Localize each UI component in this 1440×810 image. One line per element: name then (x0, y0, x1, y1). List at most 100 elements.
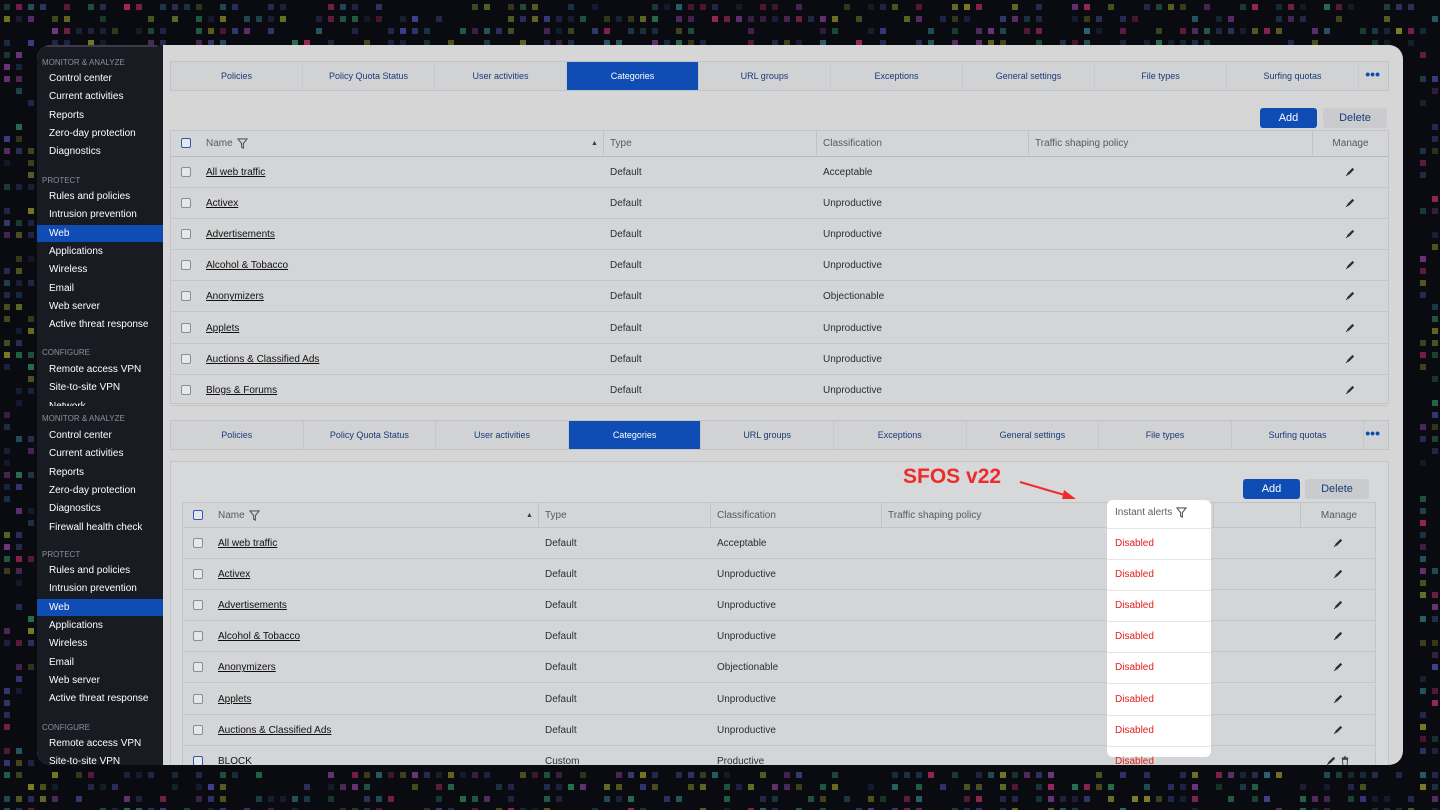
add-button-top[interactable]: Add (1260, 108, 1317, 128)
category-name-link[interactable]: Applets (206, 313, 239, 344)
row-checkbox[interactable] (193, 538, 203, 548)
ellipsis-icon[interactable]: ••• (1364, 421, 1388, 449)
tab-bottom-policies[interactable]: Policies (171, 421, 304, 449)
column-header-type[interactable]: Type (539, 503, 711, 529)
table-row[interactable]: Applets Default Unproductive (171, 313, 1388, 344)
column-header-type[interactable]: Type (604, 131, 817, 157)
sidebar-item-email[interactable]: Email (37, 280, 163, 297)
sidebar-item-remote-access-vpn[interactable]: Remote access VPN (37, 735, 163, 752)
tab-top-exceptions[interactable]: Exceptions (831, 62, 963, 90)
table-row[interactable]: Alcohol & Tobacco Default Unproductive (171, 250, 1388, 282)
tab-bottom-url-groups[interactable]: URL groups (701, 421, 834, 449)
table-row[interactable]: Advertisements Default Unproductive (171, 219, 1388, 251)
tab-top-policy-quota-status[interactable]: Policy Quota Status (303, 62, 435, 90)
sidebar-item-site-to-site-vpn[interactable]: Site-to-site VPN (37, 379, 163, 396)
sidebar-item-network[interactable]: Network (37, 398, 163, 406)
category-name-link[interactable]: BLOCK (218, 746, 252, 765)
row-checkbox[interactable] (193, 600, 203, 611)
select-all-checkbox[interactable] (181, 138, 191, 148)
tab-bottom-surfing-quotas[interactable]: Surfing quotas (1232, 421, 1365, 449)
column-header-traffic-shaping[interactable]: Traffic shaping policy (1029, 131, 1313, 157)
edit-pencil-icon[interactable] (1345, 354, 1355, 364)
sidebar-item-zero-day-protection[interactable]: Zero-day protection (37, 125, 163, 142)
edit-pencil-icon[interactable] (1345, 167, 1355, 177)
edit-pencil-icon[interactable] (1333, 569, 1343, 579)
sidebar-item-current-activities[interactable]: Current activities (37, 88, 163, 105)
category-name-link[interactable]: Alcohol & Tobacco (218, 621, 300, 652)
add-button-bottom[interactable]: Add (1243, 479, 1300, 499)
sidebar-item-diagnostics[interactable]: Diagnostics (37, 500, 163, 517)
category-name-link[interactable]: Alcohol & Tobacco (206, 250, 288, 281)
sidebar-item-rules-and-policies[interactable]: Rules and policies (37, 188, 163, 205)
column-header-name[interactable]: Name (212, 503, 539, 529)
table-row[interactable]: All web traffic Default Acceptable (171, 157, 1388, 188)
sidebar-item-applications[interactable]: Applications (37, 617, 163, 634)
edit-pencil-icon[interactable] (1345, 385, 1355, 395)
row-checkbox[interactable] (181, 260, 191, 271)
edit-pencil-icon[interactable] (1345, 323, 1355, 333)
column-header-traffic-shaping[interactable]: Traffic shaping policy (882, 503, 1110, 529)
tab-bottom-exceptions[interactable]: Exceptions (834, 421, 967, 449)
tab-top-url-groups[interactable]: URL groups (699, 62, 831, 90)
table-row[interactable]: Blogs & Forums Default Unproductive (171, 375, 1388, 406)
table-row[interactable]: Activex Default Unproductive (171, 188, 1388, 220)
name-filter-icon[interactable] (248, 510, 260, 521)
edit-pencil-icon[interactable] (1333, 631, 1343, 641)
sidebar-item-web-server[interactable]: Web server (37, 298, 163, 315)
sidebar-item-rules-and-policies[interactable]: Rules and policies (37, 562, 163, 579)
edit-pencil-icon[interactable] (1345, 198, 1355, 208)
row-checkbox[interactable] (181, 229, 191, 240)
delete-button-bottom[interactable]: Delete (1305, 479, 1369, 499)
category-name-link[interactable]: Advertisements (218, 590, 287, 621)
sidebar-item-diagnostics[interactable]: Diagnostics (37, 143, 163, 160)
category-name-link[interactable]: Activex (206, 188, 238, 219)
sidebar-item-control-center[interactable]: Control center (37, 427, 163, 444)
row-checkbox[interactable] (181, 291, 191, 302)
tab-top-categories[interactable]: Categories (567, 62, 699, 90)
instant-alerts-filter-icon[interactable] (1176, 507, 1188, 518)
sidebar-item-control-center[interactable]: Control center (37, 70, 163, 87)
tab-bottom-policy-quota-status[interactable]: Policy Quota Status (304, 421, 437, 449)
tab-top-surfing-quotas[interactable]: Surfing quotas (1227, 62, 1359, 90)
category-name-link[interactable]: Applets (218, 684, 251, 715)
sidebar-item-current-activities[interactable]: Current activities (37, 445, 163, 462)
sidebar-item-wireless[interactable]: Wireless (37, 635, 163, 652)
name-filter-icon[interactable] (236, 138, 248, 149)
tab-top-policies[interactable]: Policies (171, 62, 303, 90)
tab-top-general-settings[interactable]: General settings (963, 62, 1095, 90)
edit-pencil-icon[interactable] (1333, 694, 1343, 704)
sidebar-item-active-threat-response[interactable]: Active threat response (37, 316, 163, 333)
category-name-link[interactable]: All web traffic (218, 528, 277, 559)
edit-pencil-icon[interactable] (1326, 756, 1336, 765)
sidebar-item-email[interactable]: Email (37, 654, 163, 671)
row-checkbox[interactable] (193, 724, 203, 735)
row-checkbox[interactable] (193, 631, 203, 642)
category-name-link[interactable]: Auctions & Classified Ads (206, 344, 319, 375)
sidebar-item-intrusion-prevention[interactable]: Intrusion prevention (37, 580, 163, 597)
category-name-link[interactable]: Advertisements (206, 219, 275, 250)
row-checkbox[interactable] (193, 693, 203, 704)
sidebar-item-web[interactable]: Web (37, 224, 163, 242)
table-row[interactable]: Anonymizers Default Objectionable (171, 281, 1388, 313)
row-checkbox[interactable] (181, 353, 191, 364)
edit-pencil-icon[interactable] (1333, 600, 1343, 610)
sidebar-item-reports[interactable]: Reports (37, 464, 163, 481)
delete-button-top[interactable]: Delete (1323, 108, 1387, 128)
sidebar-item-firewall-health-check[interactable]: Firewall health check (37, 519, 163, 536)
column-header-instant-alerts[interactable]: Instant alerts (1107, 500, 1211, 526)
edit-pencil-icon[interactable] (1345, 229, 1355, 239)
sidebar-item-applications[interactable]: Applications (37, 243, 163, 260)
category-name-link[interactable]: All web traffic (206, 157, 265, 188)
sidebar-item-web[interactable]: Web (37, 598, 163, 616)
row-checkbox[interactable] (193, 755, 203, 765)
edit-pencil-icon[interactable] (1333, 538, 1343, 548)
column-header-classification[interactable]: Classification (817, 131, 1029, 157)
row-checkbox[interactable] (181, 384, 191, 395)
table-row[interactable]: Auctions & Classified Ads Default Unproduc… (171, 344, 1388, 375)
sidebar-item-web-server[interactable]: Web server (37, 672, 163, 689)
sidebar-item-reports[interactable]: Reports (37, 107, 163, 124)
select-all-checkbox[interactable] (193, 510, 203, 520)
ellipsis-icon[interactable]: ••• (1359, 62, 1388, 90)
delete-trash-icon[interactable] (1340, 756, 1350, 765)
sidebar-item-site-to-site-vpn[interactable]: Site-to-site VPN (37, 753, 163, 765)
